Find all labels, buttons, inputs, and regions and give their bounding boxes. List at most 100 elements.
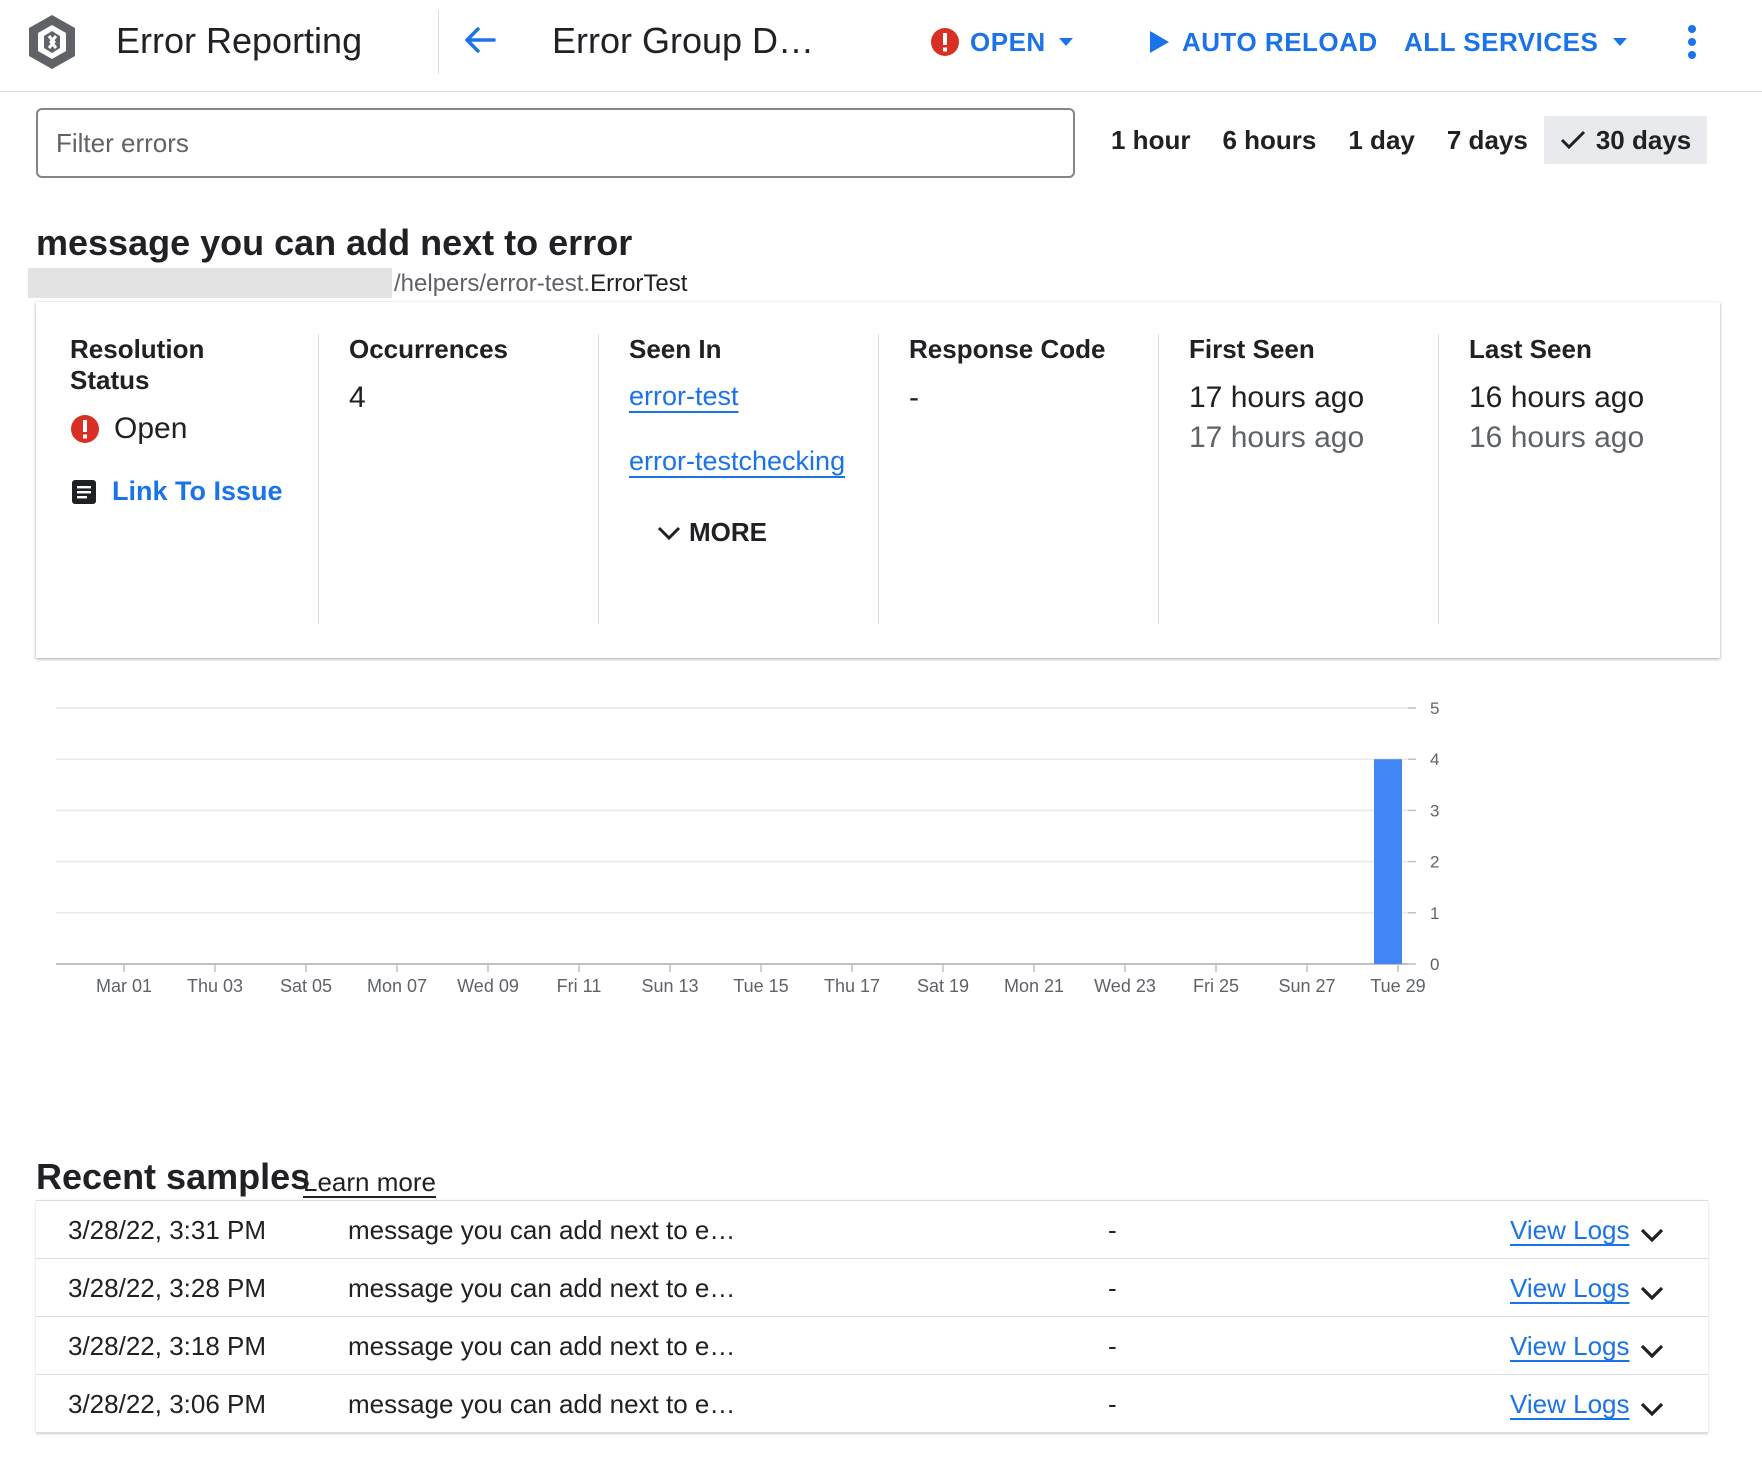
x-axis-tick-label: Thu 17 <box>824 976 880 996</box>
services-dropdown-label: ALL SERVICES <box>1404 26 1599 57</box>
chart-bar <box>1374 759 1402 964</box>
link-to-issue-label: Link To Issue <box>112 476 283 506</box>
x-axis-tick-label: Fri 11 <box>557 976 602 996</box>
first-seen-header: First Seen <box>1189 334 1315 364</box>
x-axis-tick-label: Mon 21 <box>1004 976 1064 996</box>
sample-response-code: - <box>1108 1273 1117 1303</box>
expand-row-chevron-icon[interactable] <box>1640 1393 1664 1424</box>
time-range-1-hour[interactable]: 1 hour <box>1095 116 1206 164</box>
column-divider <box>1158 334 1159 624</box>
y-axis-tick-label: 2 <box>1430 853 1439 872</box>
column-divider <box>318 334 319 624</box>
checkmark-icon <box>1560 130 1585 150</box>
time-range-selector: 1 hour 6 hours 1 day 7 days 30 days <box>1095 116 1708 164</box>
sample-response-code: - <box>1108 1215 1117 1245</box>
expand-row-chevron-icon[interactable] <box>1640 1277 1664 1308</box>
time-range-6-hours[interactable]: 6 hours <box>1206 116 1332 164</box>
seen-in-header: Seen In <box>629 334 722 364</box>
seen-in-column: Seen In error-test error-testchecking MO… <box>629 334 869 624</box>
x-axis-tick-label: Mon 07 <box>367 976 427 996</box>
error-reporting-logo-icon <box>29 15 75 69</box>
time-range-1-day[interactable]: 1 day <box>1332 116 1431 164</box>
services-dropdown[interactable]: ALL SERVICES <box>1404 22 1630 62</box>
play-icon <box>1150 31 1169 53</box>
chevron-down-icon <box>657 526 681 540</box>
response-code-value: - <box>909 381 919 414</box>
learn-more-link[interactable]: Learn more <box>303 1167 436 1198</box>
time-range-30-days-label: 30 days <box>1595 124 1692 155</box>
more-options-icon[interactable] <box>1680 20 1704 64</box>
time-range-30-days[interactable]: 30 days <box>1543 116 1708 164</box>
resolution-status-dropdown[interactable]: OPEN <box>930 22 1076 62</box>
occurrences-column: Occurrences 4 <box>349 334 589 624</box>
sample-timestamp: 3/28/22, 3:28 PM <box>68 1273 267 1303</box>
response-code-column: Response Code - <box>909 334 1149 624</box>
error-class-name: ErrorTest <box>590 270 688 297</box>
error-alert-icon <box>71 415 99 443</box>
error-details-card: Resolution Status Open Link To Issue Occ… <box>36 302 1720 658</box>
service-link-error-test[interactable]: error-test <box>629 381 869 412</box>
recent-samples-title: Recent samples <box>36 1156 311 1197</box>
service-link-error-testchecking[interactable]: error-testchecking <box>629 446 869 477</box>
resolution-status-value: Open <box>70 412 290 446</box>
view-logs-link[interactable]: View Logs <box>1510 1389 1630 1420</box>
expand-row-chevron-icon[interactable] <box>1640 1335 1664 1366</box>
error-message-title: message you can add next to error <box>36 222 633 263</box>
occurrences-header: Occurrences <box>349 334 508 364</box>
column-divider <box>878 334 879 624</box>
expand-row-chevron-icon[interactable] <box>1640 1219 1664 1250</box>
sample-message: message you can add next to e… <box>348 1389 736 1419</box>
caret-down-icon <box>1058 38 1073 46</box>
issue-note-icon <box>72 479 96 504</box>
resolution-status-header: Resolution Status <box>70 334 205 395</box>
response-code-header: Response Code <box>909 334 1106 364</box>
sample-response-code: - <box>1108 1331 1117 1361</box>
link-to-issue-button[interactable]: Link To Issue <box>70 476 290 507</box>
view-logs-link[interactable]: View Logs <box>1510 1215 1630 1246</box>
view-logs-link[interactable]: View Logs <box>1510 1331 1630 1362</box>
x-axis-tick-label: Thu 03 <box>187 976 243 996</box>
y-axis-tick-label: 0 <box>1430 955 1439 974</box>
sample-row[interactable]: 3/28/22, 3:06 PM message you can add next… <box>36 1375 1708 1433</box>
resolution-status-text: Open <box>114 412 188 445</box>
first-seen-value: 17 hours ago <box>1189 381 1365 414</box>
last-seen-secondary: 16 hours ago <box>1469 421 1645 454</box>
filter-errors-input[interactable] <box>36 108 1075 178</box>
last-seen-value: 16 hours ago <box>1469 381 1645 414</box>
auto-reload-button[interactable]: AUTO RELOAD <box>1148 22 1378 62</box>
sample-row[interactable]: 3/28/22, 3:31 PM message you can add next… <box>36 1201 1708 1259</box>
x-axis-tick-label: Sun 13 <box>641 976 698 996</box>
column-divider <box>1438 334 1439 624</box>
more-services-button[interactable]: MORE <box>657 517 869 548</box>
sample-timestamp: 3/28/22, 3:31 PM <box>68 1215 267 1245</box>
back-arrow-icon[interactable] <box>458 18 502 62</box>
sample-response-code: - <box>1108 1389 1117 1419</box>
error-source-path: /helpers/error-test.ErrorTest <box>394 270 687 298</box>
last-seen-header: Last Seen <box>1469 334 1592 364</box>
resolution-status-column: Resolution Status Open Link To Issue <box>70 334 290 624</box>
x-axis-tick-label: Fri 25 <box>1193 976 1239 996</box>
first-seen-secondary: 17 hours ago <box>1189 421 1365 454</box>
y-axis-tick-label: 5 <box>1430 699 1439 718</box>
sample-message: message you can add next to e… <box>348 1273 736 1303</box>
header-divider <box>438 10 439 74</box>
occurrences-value: 4 <box>349 381 366 414</box>
x-axis-tick-label: Tue 15 <box>733 976 788 996</box>
sample-row[interactable]: 3/28/22, 3:18 PM message you can add next… <box>36 1317 1708 1375</box>
status-dropdown-label: OPEN <box>970 26 1046 57</box>
x-axis-tick-label: Tue 29 <box>1370 976 1425 996</box>
view-logs-link[interactable]: View Logs <box>1510 1273 1630 1304</box>
recent-samples-table: 3/28/22, 3:31 PM message you can add next… <box>36 1200 1708 1433</box>
first-seen-column: First Seen 17 hours ago 17 hours ago <box>1189 334 1429 624</box>
x-axis-tick-label: Sat 05 <box>280 976 332 996</box>
error-alert-icon <box>931 28 959 56</box>
sample-message: message you can add next to e… <box>348 1215 736 1245</box>
y-axis-tick-label: 1 <box>1430 904 1439 923</box>
app-title: Error Reporting <box>116 20 363 61</box>
time-range-7-days[interactable]: 7 days <box>1431 116 1544 164</box>
more-services-label: MORE <box>689 517 767 547</box>
sample-row[interactable]: 3/28/22, 3:28 PM message you can add next… <box>36 1259 1708 1317</box>
caret-down-icon <box>1613 38 1628 46</box>
y-axis-tick-label: 3 <box>1430 801 1439 820</box>
redacted-path-mask <box>28 268 392 298</box>
